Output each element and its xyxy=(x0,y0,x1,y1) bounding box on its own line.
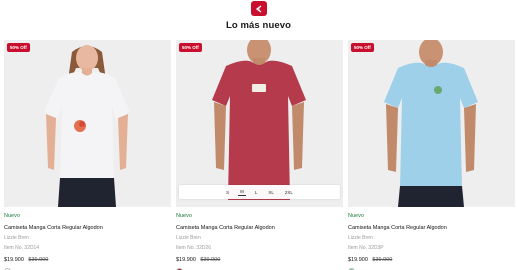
size-option-2xl[interactable]: 2XL xyxy=(283,189,295,196)
current-price: $19.900 xyxy=(4,257,24,263)
price-row: $19.900 $39.900 xyxy=(176,257,343,263)
size-option-m[interactable]: M xyxy=(238,188,246,196)
product-brand: Lizzie Bren xyxy=(176,235,201,241)
section-title: Lo más nuevo xyxy=(225,20,292,31)
product-sku: Item No. 32D3P xyxy=(348,245,384,251)
product-card[interactable]: 50% Off Nuevo Camiseta Manga Corta Regul… xyxy=(4,40,171,270)
new-tag: Nuevo xyxy=(176,213,192,219)
discount-badge: 50% Off xyxy=(351,43,374,52)
product-image[interactable]: 50% Off xyxy=(4,40,171,207)
model-male-image xyxy=(348,40,515,207)
new-tag: Nuevo xyxy=(4,213,20,219)
model-male-image xyxy=(176,40,343,207)
product-grid: 50% Off Nuevo Camiseta Manga Corta Regul… xyxy=(4,40,515,270)
product-card[interactable]: 50% Off S M L XL 2XL Nuevo Camiseta Mang… xyxy=(176,40,343,270)
product-card[interactable]: 50% Off Nuevo Camiseta Manga Corta Regul… xyxy=(348,40,515,270)
size-option-xl[interactable]: XL xyxy=(266,189,276,196)
product-brand: Lizzie Bren xyxy=(4,235,29,241)
old-price: $39.900 xyxy=(28,257,49,263)
product-image[interactable]: 50% Off xyxy=(348,40,515,207)
brand-arrow-icon[interactable] xyxy=(251,1,267,16)
page: Lo más nuevo 50% Off Nuevo Camiseta Mang… xyxy=(0,0,517,270)
price-row: $19.900 $39.900 xyxy=(4,257,171,263)
new-tag: Nuevo xyxy=(348,213,364,219)
product-name[interactable]: Camiseta Manga Corta Regular Algodon xyxy=(4,225,171,231)
current-price: $19.900 xyxy=(348,257,368,263)
old-price: $39.900 xyxy=(372,257,393,263)
product-sku: Item No. 32D26 xyxy=(176,245,212,251)
model-female-image xyxy=(4,40,171,207)
discount-badge: 50% Off xyxy=(179,43,202,52)
price-row: $19.900 $39.900 xyxy=(348,257,515,263)
product-brand: Lizzie Bren xyxy=(348,235,373,241)
size-option-s[interactable]: S xyxy=(224,189,231,196)
old-price: $39.900 xyxy=(200,257,221,263)
size-option-l[interactable]: L xyxy=(253,189,260,196)
current-price: $19.900 xyxy=(176,257,196,263)
product-image[interactable]: 50% Off S M L XL 2XL xyxy=(176,40,343,207)
size-selector: S M L XL 2XL xyxy=(179,185,340,199)
product-sku: Item No. 32D14 xyxy=(4,245,40,251)
product-name[interactable]: Camiseta Manga Corta Regular Algodon xyxy=(348,225,515,231)
discount-badge: 50% Off xyxy=(7,43,30,52)
product-name[interactable]: Camiseta Manga Corta Regular Algodon xyxy=(176,225,343,231)
